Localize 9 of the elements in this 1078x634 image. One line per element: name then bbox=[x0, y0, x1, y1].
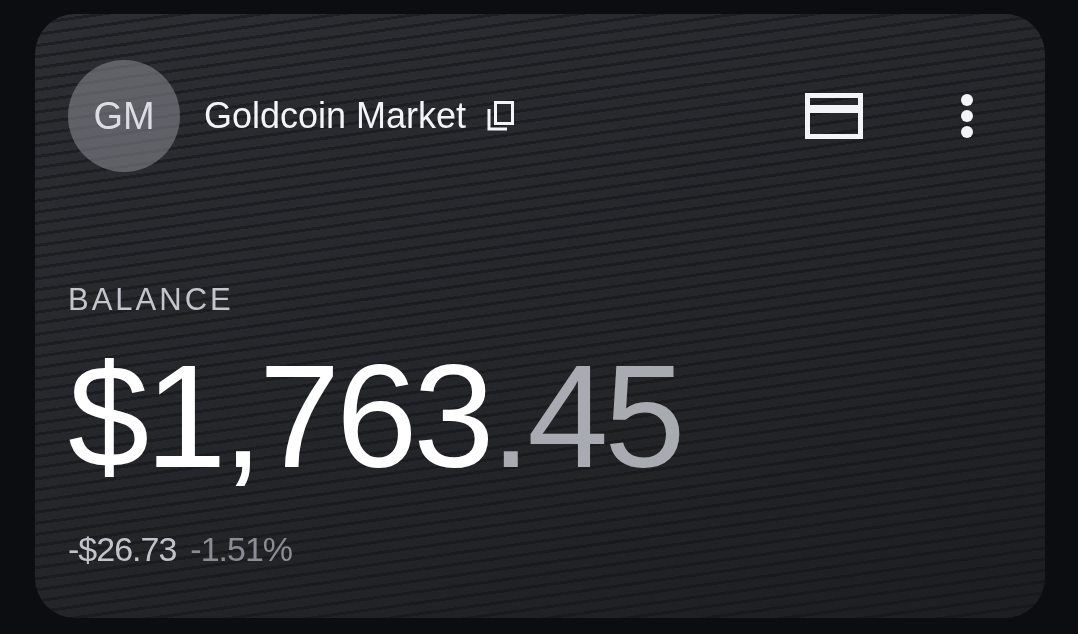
card-icon[interactable] bbox=[805, 93, 863, 139]
avatar[interactable]: GM bbox=[68, 60, 180, 172]
change-amount: -$26.73 bbox=[68, 530, 177, 569]
more-icon[interactable] bbox=[959, 93, 975, 139]
change-percent: -1.51% bbox=[190, 530, 293, 569]
balance-label: BALANCE bbox=[68, 282, 235, 318]
copy-icon[interactable] bbox=[490, 100, 517, 132]
balance-amount: $1,763.45 bbox=[68, 344, 683, 490]
account-name: Goldcoin Market bbox=[204, 95, 467, 137]
